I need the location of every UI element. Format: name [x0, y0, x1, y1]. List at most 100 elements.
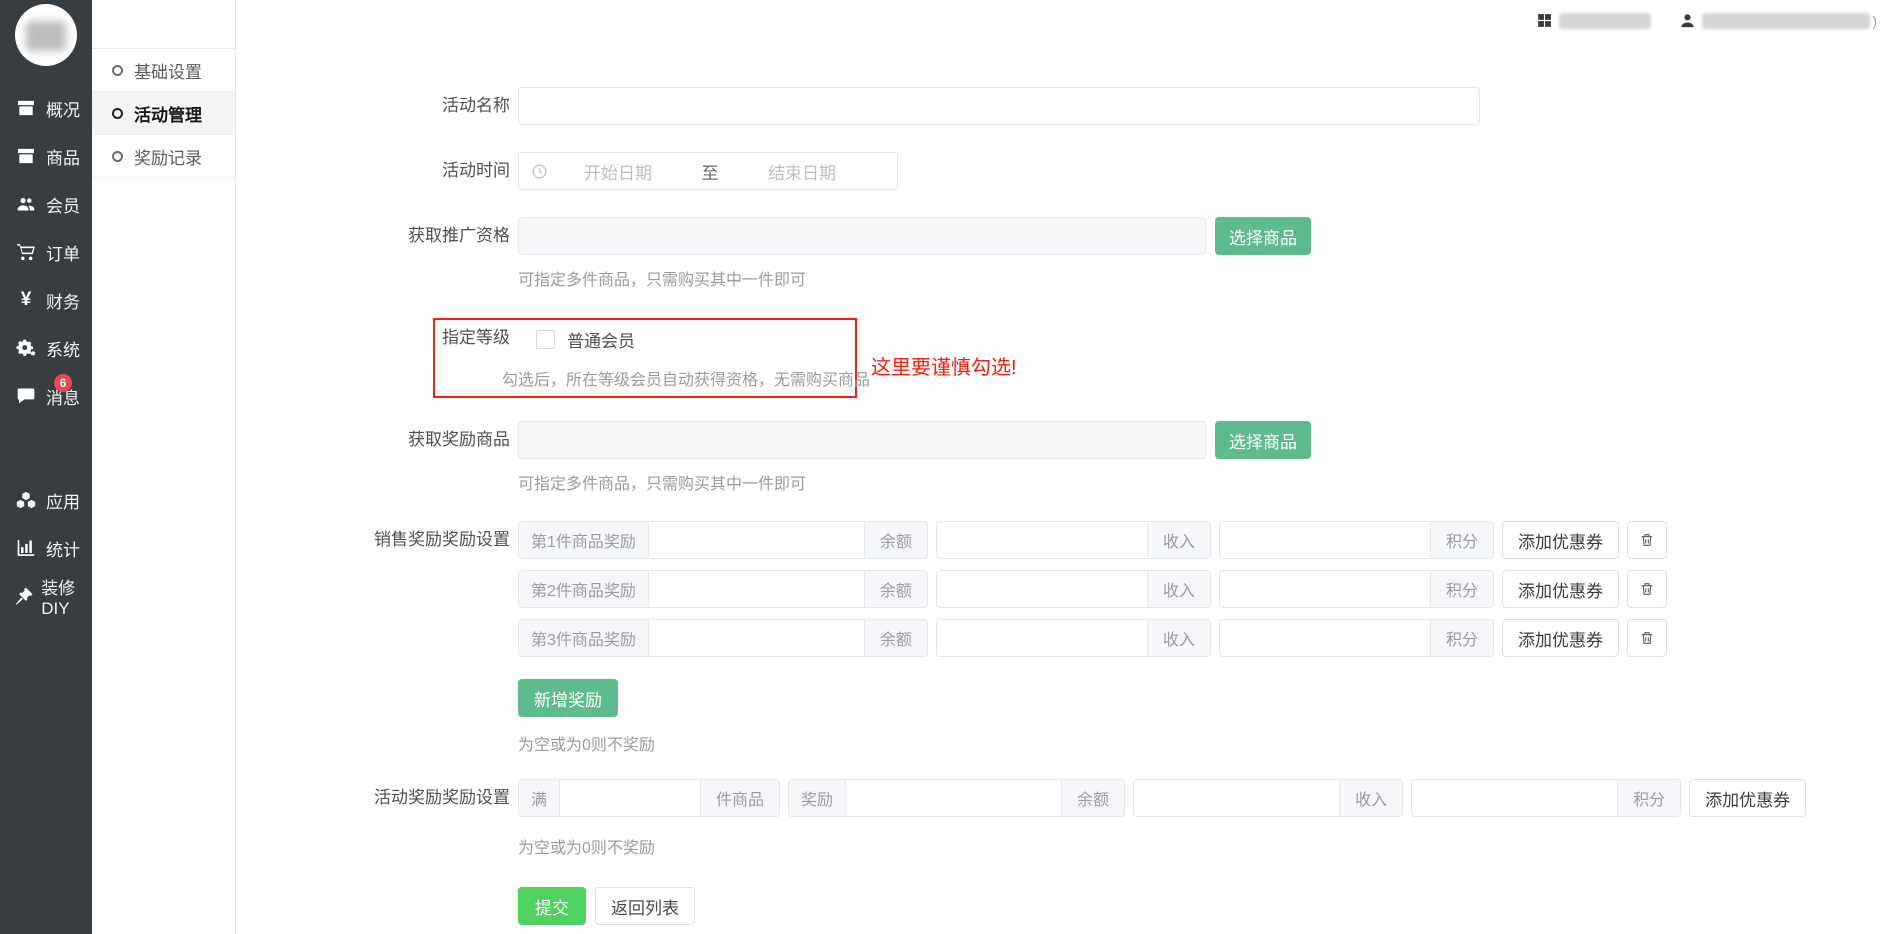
activity-rewards-hint: 为空或为0则不奖励: [518, 834, 1806, 858]
balance-amount-input[interactable]: [649, 522, 864, 558]
level-checkbox-label: 普通会员: [567, 327, 635, 352]
date-separator: 至: [682, 159, 738, 184]
sales-rewards-section: 销售奖励奖励设置 第1件商品奖励 余额 收入 积分: [236, 521, 1903, 755]
back-to-list-button[interactable]: 返回列表: [595, 887, 695, 925]
delete-row-button[interactable]: [1627, 570, 1667, 608]
sidebar-item-label: 订单: [46, 240, 80, 265]
points-amount-input[interactable]: [1220, 620, 1430, 656]
trash-icon: [1639, 581, 1655, 597]
trash-icon: [1639, 532, 1655, 548]
points-amount-input[interactable]: [1220, 571, 1430, 607]
add-coupon-button[interactable]: 添加优惠券: [1502, 619, 1619, 657]
date-range-input[interactable]: 开始日期 至 结束日期: [518, 152, 898, 190]
income-suffix: 收入: [1147, 571, 1210, 607]
sidebar-item-message[interactable]: 消息 6: [0, 372, 92, 420]
income-amount-input[interactable]: [1134, 780, 1339, 816]
sidebar-item-label: 应用: [46, 488, 80, 513]
red-annotation-text: 这里要谨慎勾选!: [871, 351, 1017, 380]
income-suffix: 收入: [1339, 780, 1402, 816]
submenu-item-label: 基础设置: [134, 58, 202, 83]
activity-name-row: 活动名称: [236, 87, 1903, 125]
sidebar-item-overview[interactable]: 概况: [0, 84, 92, 132]
points-amount-input[interactable]: [1412, 780, 1617, 816]
sidebar-item-orders[interactable]: 订单: [0, 228, 92, 276]
balance-suffix: 余额: [864, 571, 927, 607]
piece-count-input[interactable]: [560, 780, 700, 816]
user-menu[interactable]: ): [1679, 12, 1877, 29]
income-suffix: 收入: [1147, 620, 1210, 656]
submenu-list: 基础设置 活动管理 奖励记录: [92, 48, 235, 178]
add-coupon-button[interactable]: 添加优惠券: [1502, 521, 1619, 559]
sidebar-item-members[interactable]: 会员: [0, 180, 92, 228]
finance-icon: ¥: [13, 289, 39, 311]
sidebar-item-finance[interactable]: ¥ 财务: [0, 276, 92, 324]
trash-icon: [1639, 630, 1655, 646]
circle-icon: [112, 151, 123, 162]
add-coupon-button[interactable]: 添加优惠券: [1689, 779, 1806, 817]
shop-switcher[interactable]: [1536, 12, 1651, 29]
reward-prefix: 第1件商品奖励: [519, 522, 649, 558]
sidebar-item-system[interactable]: 系统: [0, 324, 92, 372]
sidebar-item-stats[interactable]: 统计: [0, 524, 92, 572]
activity-name-label: 活动名称: [236, 87, 518, 125]
points-amount-input[interactable]: [1220, 522, 1430, 558]
submenu-item-label: 奖励记录: [134, 144, 202, 169]
message-icon: [13, 386, 39, 406]
circle-icon: [112, 65, 123, 76]
select-reward-goods-button[interactable]: 选择商品: [1215, 421, 1311, 459]
balance-amount-input[interactable]: [846, 780, 1061, 816]
income-amount-input[interactable]: [937, 620, 1147, 656]
reward-goods-input[interactable]: [518, 421, 1206, 459]
promo-goods-input[interactable]: [518, 217, 1206, 255]
balance-amount-input[interactable]: [649, 571, 864, 607]
submit-button[interactable]: 提交: [518, 887, 586, 925]
main-nav: 概况 商品 会员 订单 ¥ 财务: [0, 84, 92, 620]
submenu-item-reward-records[interactable]: 奖励记录: [92, 135, 235, 178]
select-promo-goods-button[interactable]: 选择商品: [1215, 217, 1311, 255]
delete-row-button[interactable]: [1627, 521, 1667, 559]
sales-rewards-label: 销售奖励奖励设置: [236, 521, 518, 559]
assign-level-hint: 勾选后，所在等级会员自动获得资格，无需购买商品: [502, 366, 870, 390]
avatar[interactable]: [15, 4, 77, 66]
points-suffix: 积分: [1430, 522, 1493, 558]
reward-prefix: 第3件商品奖励: [519, 620, 649, 656]
main-sidebar: 概况 商品 会员 订单 ¥ 财务: [0, 0, 92, 934]
add-reward-button[interactable]: 新增奖励: [518, 679, 618, 717]
sales-reward-row-1: 第1件商品奖励 余额 收入 积分 添加优惠券: [518, 521, 1667, 559]
blurred-shop-name: [1559, 13, 1651, 29]
sidebar-item-label: 统计: [46, 536, 80, 561]
submenu-item-basic-settings[interactable]: 基础设置: [92, 49, 235, 92]
overview-icon: [13, 98, 39, 118]
promo-qualification-label: 获取推广资格: [236, 217, 518, 255]
apps-icon: [13, 490, 39, 510]
sidebar-item-label: 系统: [46, 336, 80, 361]
balance-amount-input[interactable]: [649, 620, 864, 656]
level-checkbox[interactable]: [536, 330, 555, 349]
delete-row-button[interactable]: [1627, 619, 1667, 657]
balance-suffix: 余额: [864, 522, 927, 558]
piece-suffix: 件商品: [700, 780, 779, 816]
user-name-suffix: ): [1872, 13, 1877, 29]
assign-level-row: 指定等级 普通会员 勾选后，所在等级会员自动获得资格，无需购买商品 这里要谨慎勾…: [236, 318, 1903, 401]
members-icon: [13, 194, 39, 214]
add-coupon-button[interactable]: 添加优惠券: [1502, 570, 1619, 608]
product-icon: [13, 146, 39, 166]
reward-goods-row: 获取奖励商品 选择商品 可指定多件商品，只需购买其中一件即可: [236, 421, 1903, 494]
user-icon: [1679, 12, 1696, 29]
sidebar-item-label: 会员: [46, 192, 80, 217]
points-suffix: 积分: [1617, 780, 1680, 816]
nav-spacer: [0, 420, 92, 476]
submenu-item-activity-management[interactable]: 活动管理: [92, 92, 235, 135]
sales-reward-row-3: 第3件商品奖励 余额 收入 积分 添加优惠券: [518, 619, 1667, 657]
end-date-placeholder: 结束日期: [738, 159, 866, 184]
sidebar-item-decorate[interactable]: 装修DIY: [0, 572, 92, 620]
promo-goods-hint: 可指定多件商品，只需购买其中一件即可: [518, 266, 1311, 290]
sidebar-item-product[interactable]: 商品: [0, 132, 92, 180]
sidebar-item-label: 商品: [46, 144, 80, 169]
sidebar-item-apps[interactable]: 应用: [0, 476, 92, 524]
income-amount-input[interactable]: [937, 522, 1147, 558]
income-amount-input[interactable]: [937, 571, 1147, 607]
activity-time-row: 活动时间 开始日期 至 结束日期: [236, 152, 1903, 190]
activity-name-input[interactable]: [518, 87, 1480, 125]
activity-form: 活动名称 活动时间 开始日期 至 结束日期 获取推广资格 选择商品: [236, 87, 1903, 925]
